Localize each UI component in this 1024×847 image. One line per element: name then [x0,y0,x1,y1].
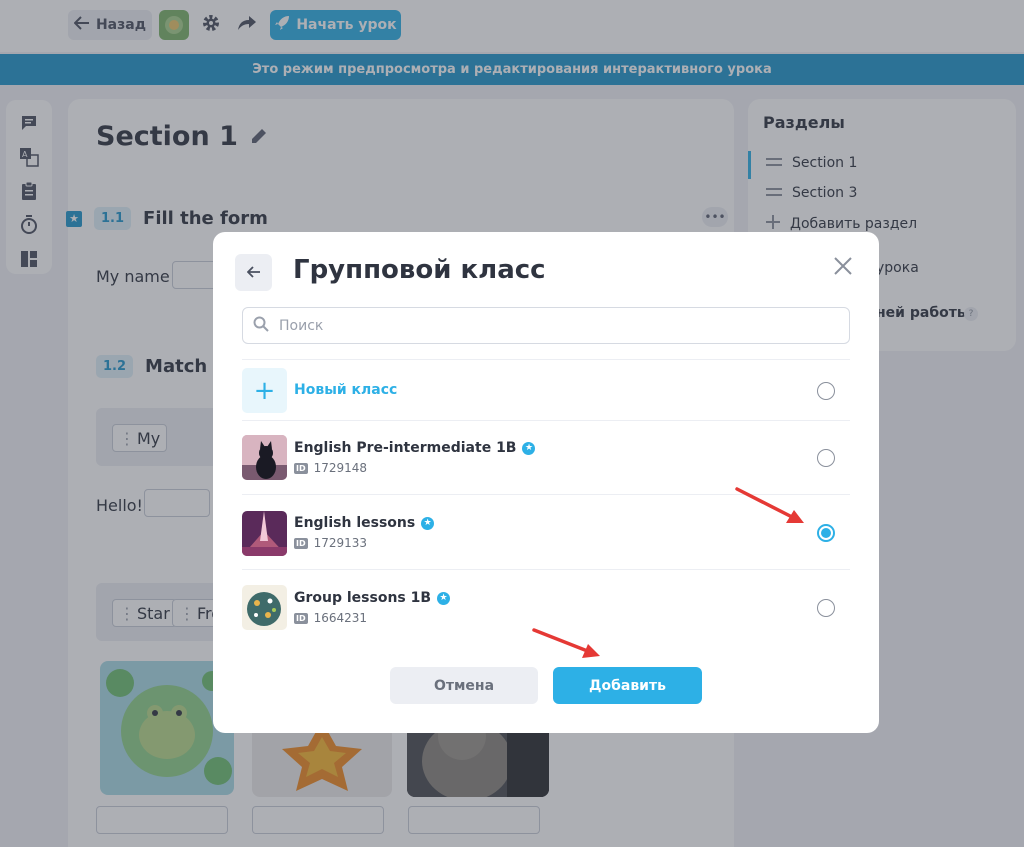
class-row[interactable]: Group lessons 1B ★ ID 1664231 [242,569,850,644]
new-class-row[interactable]: + Новый класс [242,359,850,420]
class-id: ID 1664231 [294,611,367,625]
radio-button[interactable] [817,382,835,400]
id-tag: ID [294,462,308,474]
class-row[interactable]: English lessons ★ ID 1729133 [242,494,850,569]
class-id: ID 1729148 [294,461,367,475]
class-thumbnail [242,435,287,480]
class-name-text: English lessons [294,515,416,531]
class-id-value: 1729148 [313,461,368,475]
class-id-value: 1664231 [313,611,368,625]
cancel-button[interactable]: Отмена [390,667,538,704]
radio-button[interactable] [817,599,835,617]
verified-star-icon: ★ [421,516,435,530]
plus-icon: + [242,368,287,413]
verified-star-icon: ★ [522,441,536,455]
class-name: English Pre-intermediate 1B ★ [294,440,536,456]
class-search [242,307,850,344]
class-name: Group lessons 1B ★ [294,590,451,606]
radio-button-selected[interactable] [817,524,835,542]
class-id: ID 1729133 [294,536,367,550]
search-icon [253,316,269,336]
class-id-value: 1729133 [313,536,368,550]
verified-star-icon: ★ [437,591,451,605]
id-tag: ID [294,612,308,624]
dialog-back-button[interactable] [235,254,272,291]
search-input[interactable] [279,317,819,334]
new-class-label: Новый класс [294,382,398,398]
add-button[interactable]: Добавить [553,667,702,704]
class-name: English lessons ★ [294,515,435,531]
class-thumbnail [242,585,287,630]
class-row[interactable]: English Pre-intermediate 1B ★ ID 1729148 [242,420,850,494]
class-name-text: English Pre-intermediate 1B [294,440,517,456]
dialog-title: Групповой класс [293,255,546,285]
arrow-left-icon [246,262,261,283]
class-name-text: Group lessons 1B [294,590,432,606]
class-thumbnail [242,511,287,556]
radio-button[interactable] [817,449,835,467]
id-tag: ID [294,537,308,549]
close-icon[interactable] [831,256,855,280]
group-class-dialog: Групповой класс + Новый класс English Pr… [213,232,879,733]
